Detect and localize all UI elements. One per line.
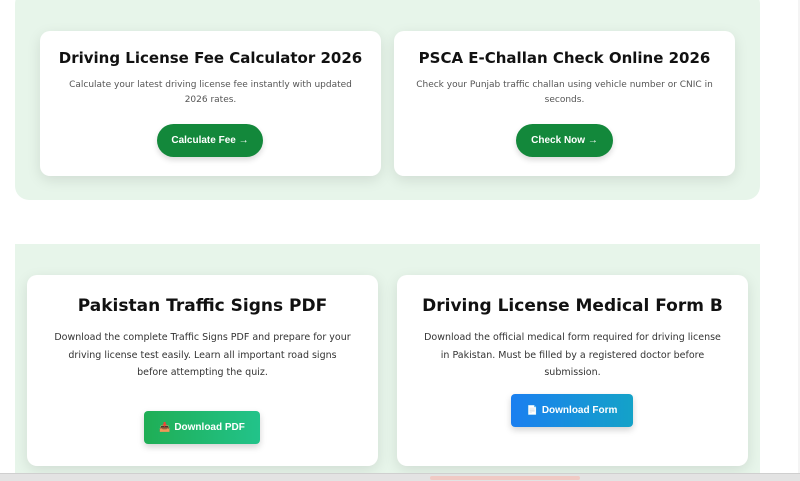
card-description: Check your Punjab traffic challan using …	[416, 80, 713, 105]
calculate-fee-button[interactable]: Calculate Fee →	[157, 124, 263, 157]
download-form-button[interactable]: 📄 Download Form	[511, 394, 633, 427]
check-now-button[interactable]: Check Now →	[516, 124, 613, 157]
download-form-label: Download Form	[541, 405, 618, 416]
card-description: Download the complete Traffic Signs PDF …	[54, 332, 351, 378]
card-description: Download the official medical form requi…	[424, 332, 721, 378]
fee-calculator-card: Driving License Fee Calculator 2026 Calc…	[40, 31, 381, 176]
card-title: Driving License Medical Form B	[422, 296, 723, 316]
horizontal-scrollbar[interactable]	[0, 473, 800, 481]
medical-form-card: Driving License Medical Form B Download …	[397, 275, 748, 466]
document-icon: 📄	[526, 405, 538, 415]
page: Driving License Fee Calculator 2026 Calc…	[0, 0, 800, 481]
card-title: PSCA E-Challan Check Online 2026	[418, 49, 711, 67]
echallan-card: PSCA E-Challan Check Online 2026 Check y…	[394, 31, 735, 176]
traffic-signs-pdf-card: Pakistan Traffic Signs PDF Download the …	[27, 275, 378, 466]
card-title: Driving License Fee Calculator 2026	[58, 49, 363, 67]
card-description: Calculate your latest driving license fe…	[69, 80, 352, 105]
right-gutter	[770, 0, 800, 473]
download-pdf-label: Download PDF	[174, 422, 245, 433]
scrollbar-thumb[interactable]	[430, 476, 580, 480]
download-tray-icon: 📥	[159, 422, 171, 432]
download-pdf-button[interactable]: 📥 Download PDF	[144, 411, 260, 444]
card-title: Pakistan Traffic Signs PDF	[77, 296, 328, 316]
